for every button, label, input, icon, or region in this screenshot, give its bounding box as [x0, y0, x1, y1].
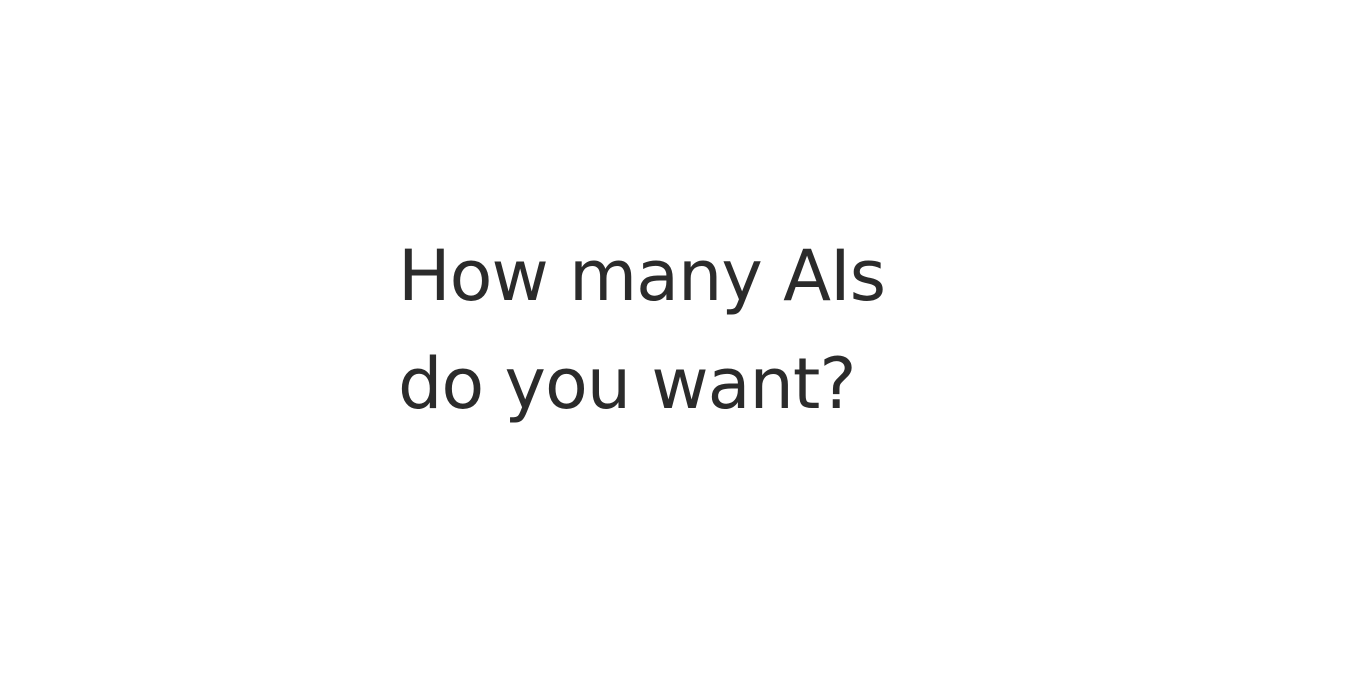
question-line-2: do you want?	[398, 343, 857, 425]
question-heading: How many AIs do you want?	[398, 222, 886, 438]
game-setup-screen: How many AIs do you want?	[0, 0, 1350, 679]
question-line-1: How many AIs	[398, 235, 886, 317]
